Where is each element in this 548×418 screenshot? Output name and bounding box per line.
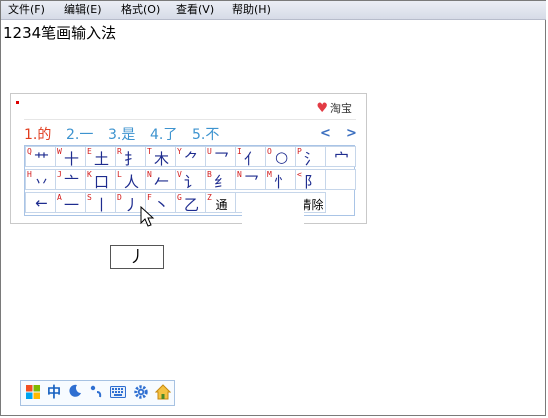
stroke-key[interactable]: L人	[115, 169, 146, 191]
key-glyph: 丷	[33, 173, 49, 191]
stroke-key[interactable]: N𠂉	[145, 169, 176, 191]
stroke-key[interactable]: M忄	[265, 169, 296, 191]
stroke-keyboard: Q 艹 W 十 E 土 R 扌 T 木 Y ⺈ U 乛 I 亻 O ○ P 氵宀 H 丷 J 亠 K 口 L 人 N 𠂉 V 讠 B 纟 N 乛 M 忄 <…	[24, 145, 356, 216]
keyboard-icon[interactable]	[109, 384, 127, 402]
stroke-key[interactable]	[325, 169, 356, 190]
candidate-5[interactable]: 5.不	[192, 124, 219, 144]
stroke-key[interactable]: G乙	[175, 192, 206, 214]
candidate-2[interactable]: 2.一	[66, 124, 93, 144]
key-glyph: 丨	[93, 196, 109, 214]
heart-icon: ♥	[316, 101, 328, 116]
stroke-key[interactable]: E土	[85, 146, 116, 168]
chevron-left-icon[interactable]: <	[320, 126, 331, 141]
key-glyph: 口	[93, 173, 109, 191]
stroke-input-box[interactable]: 丿	[110, 245, 164, 269]
ime-divider	[24, 119, 356, 120]
editor-content[interactable]: 1234笔画输入法	[3, 22, 116, 43]
stroke-key[interactable]: A一	[55, 192, 86, 214]
chevron-right-icon[interactable]: >	[346, 126, 357, 141]
sponsor-label: 淘宝	[330, 102, 352, 115]
ime-status-dot	[16, 101, 19, 104]
stroke-key[interactable]: N乛	[235, 169, 266, 191]
key-glyph: 讠	[183, 173, 199, 191]
key-glyph: 乛	[213, 150, 229, 168]
menu-format[interactable]: 格式(O)	[118, 1, 163, 19]
candidate-3[interactable]: 3.是	[108, 124, 135, 144]
key-glyph: 纟	[213, 173, 229, 191]
stroke-key[interactable]: W十	[55, 146, 86, 168]
stroke-key[interactable]: U乛	[205, 146, 236, 168]
stroke-key[interactable]: H丷	[25, 169, 56, 191]
key-glyph: ○	[274, 148, 289, 166]
key-glyph: 阝	[303, 173, 319, 191]
candidate-4[interactable]: 4.了	[150, 124, 177, 144]
key-glyph: 亠	[63, 173, 79, 191]
moon-icon[interactable]	[66, 384, 84, 402]
stroke-key[interactable]: Q艹	[25, 146, 56, 168]
panel-overlay-blank	[242, 193, 304, 229]
stroke-key[interactable]: J亠	[55, 169, 86, 191]
stroke-key[interactable]: K口	[85, 169, 116, 191]
mouse-pointer-icon	[140, 206, 155, 227]
punctuation-icon[interactable]	[87, 384, 105, 402]
stroke-key[interactable]: T木	[145, 146, 176, 168]
menu-file[interactable]: 文件(F)	[5, 1, 48, 19]
key-glyph: 十	[63, 150, 79, 168]
candidate-1[interactable]: 1.的	[24, 124, 51, 144]
stroke-key[interactable]: O ○	[265, 146, 296, 167]
key-glyph: 人	[123, 173, 139, 191]
chinese-mode-icon[interactable]: 中	[45, 384, 63, 402]
menu-view[interactable]: 查看(V)	[173, 1, 217, 19]
key-glyph: 木	[153, 150, 169, 168]
stroke-key[interactable]: R扌	[115, 146, 146, 168]
menu-edit[interactable]: 编辑(E)	[61, 1, 105, 19]
key-glyph: 扌	[123, 150, 139, 168]
key-glyph: 𠂉	[153, 173, 169, 191]
menu-bar: 文件(F) 编辑(E) 格式(O) 查看(V) 帮助(H)	[1, 1, 546, 20]
home-icon[interactable]	[154, 384, 172, 402]
key-glyph: 土	[93, 150, 109, 168]
key-glyph: 艹	[33, 150, 49, 168]
key-glyph: 忄	[273, 173, 289, 191]
stroke-key[interactable]: V讠	[175, 169, 206, 191]
stroke-key[interactable]: Y ⺈	[175, 146, 206, 168]
key-glyph: ←	[35, 194, 48, 212]
key-glyph: 通	[215, 198, 228, 212]
key-glyph: 宀	[333, 150, 349, 168]
ime-panel: ♥ 淘宝 1.的 2.一 3.是 4.了 5.不 < > Q 艹 W 十 E 土 R 扌 T 木 Y ⺈…	[10, 93, 367, 224]
stroke-key[interactable]: P氵	[295, 146, 326, 168]
ime-toolbar: 中	[20, 380, 175, 406]
sponsor-link[interactable]: ♥ 淘宝	[316, 100, 352, 116]
key-glyph: ⺈	[183, 150, 199, 168]
stroke-key[interactable]: ←	[25, 192, 56, 213]
stroke-key[interactable]: 宀	[325, 146, 356, 168]
menu-help[interactable]: 帮助(H)	[229, 1, 274, 19]
stroke-key[interactable]: S丨	[85, 192, 116, 214]
windows-logo-icon[interactable]	[24, 384, 42, 402]
key-glyph: 亻	[243, 150, 259, 168]
stroke-key[interactable]: B纟	[205, 169, 236, 191]
key-glyph: 氵	[303, 150, 319, 168]
key-glyph: 乙	[183, 196, 199, 214]
key-glyph: 乛	[243, 173, 259, 191]
stroke-key[interactable]: < 阝	[295, 169, 326, 191]
stroke-key[interactable]: I亻	[235, 146, 266, 168]
key-glyph: 一	[63, 196, 79, 214]
stroke-key[interactable]: Z通	[205, 192, 236, 213]
gear-icon[interactable]	[132, 384, 150, 402]
